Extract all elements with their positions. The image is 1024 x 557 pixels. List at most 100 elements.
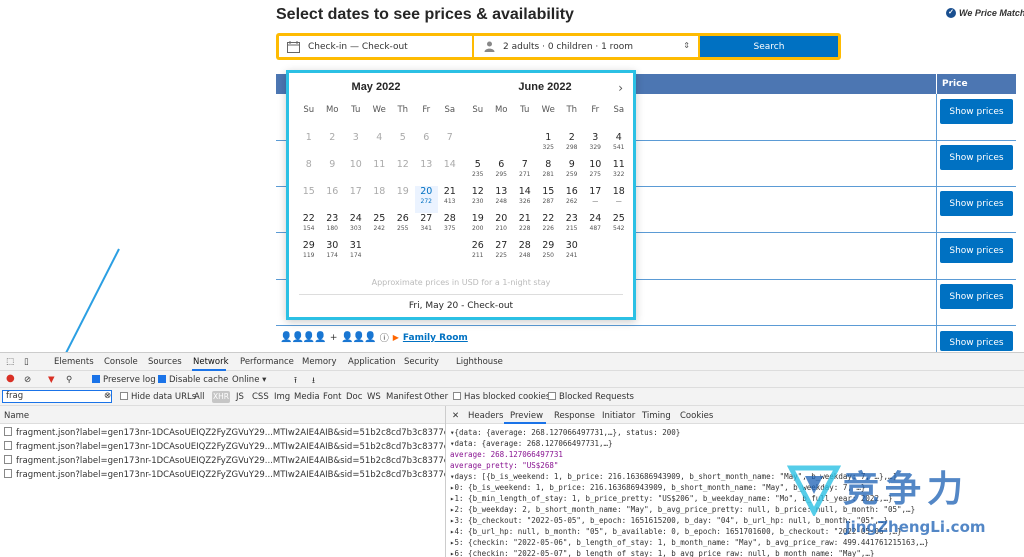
calendar-day[interactable]: 22 226 bbox=[537, 213, 561, 240]
filter-input[interactable]: frag bbox=[2, 390, 112, 403]
calendar-day[interactable]: 12 230 bbox=[466, 186, 490, 213]
tab-security[interactable]: Security bbox=[404, 357, 439, 367]
device-toggle-icon[interactable]: ▯ bbox=[24, 357, 29, 367]
date-picker-field[interactable]: Check-in — Check-out bbox=[279, 36, 472, 57]
throttle-select[interactable]: Online ▾ bbox=[232, 375, 266, 385]
tab-cookies[interactable]: Cookies bbox=[680, 411, 713, 421]
calendar-day[interactable]: 28 375 bbox=[438, 213, 462, 240]
calendar-day[interactable]: 11 322 bbox=[607, 159, 631, 186]
calendar-day[interactable]: 25 542 bbox=[607, 213, 631, 240]
calendar-day[interactable]: 24 487 bbox=[584, 213, 608, 240]
calendar-day[interactable]: 6 295 bbox=[490, 159, 514, 186]
filter-font[interactable]: Font bbox=[323, 392, 342, 402]
tab-preview[interactable]: Preview bbox=[510, 411, 543, 421]
calendar-day[interactable]: 23 180 bbox=[321, 213, 345, 240]
calendar-day[interactable]: 22 154 bbox=[297, 213, 321, 240]
calendar-day[interactable]: 7 271 bbox=[513, 159, 537, 186]
filter-icon[interactable]: ▼ bbox=[48, 375, 55, 385]
tab-lighthouse[interactable]: Lighthouse bbox=[456, 357, 503, 367]
show-prices-button[interactable]: Show prices bbox=[940, 99, 1013, 124]
calendar-day[interactable]: 29 250 bbox=[537, 240, 561, 267]
preserve-log-checkbox[interactable]: Preserve log bbox=[92, 375, 156, 385]
show-prices-button[interactable]: Show prices bbox=[940, 284, 1013, 309]
calendar-day[interactable]: 27 225 bbox=[490, 240, 514, 267]
calendar-day[interactable]: 27 341 bbox=[415, 213, 439, 240]
hide-data-urls-checkbox[interactable]: Hide data URLs bbox=[120, 392, 196, 402]
show-prices-button[interactable]: Show prices bbox=[940, 191, 1013, 216]
show-prices-button[interactable]: Show prices bbox=[940, 145, 1013, 170]
search-icon[interactable]: ⚲ bbox=[66, 375, 72, 385]
calendar-day[interactable]: 24 303 bbox=[344, 213, 368, 240]
calendar-day[interactable]: 17— bbox=[584, 186, 608, 213]
has-blocked-cookies-checkbox[interactable]: Has blocked cookies bbox=[453, 392, 550, 402]
filter-xhr[interactable]: XHR bbox=[212, 391, 230, 403]
disable-cache-checkbox[interactable]: Disable cache bbox=[158, 375, 228, 385]
calendar-day[interactable]: 5 235 bbox=[466, 159, 490, 186]
calendar-day[interactable]: 1 325 bbox=[537, 132, 561, 159]
tab-performance[interactable]: Performance bbox=[240, 357, 294, 367]
request-row[interactable]: fragment.json?label=gen173nr-1DCAsoUEIQZ… bbox=[0, 440, 445, 454]
clear-filter-icon[interactable]: ⊗ bbox=[104, 391, 111, 401]
calendar-day[interactable]: 13 248 bbox=[490, 186, 514, 213]
filter-img[interactable]: Img bbox=[274, 392, 290, 402]
calendar-day[interactable]: 8 281 bbox=[537, 159, 561, 186]
tab-headers[interactable]: Headers bbox=[468, 411, 503, 421]
calendar-day[interactable]: 4 541 bbox=[607, 132, 631, 159]
request-row[interactable]: fragment.json?label=gen173nr-1DCAsoUEIQZ… bbox=[0, 468, 445, 482]
calendar-day[interactable]: 23 215 bbox=[560, 213, 584, 240]
calendar-day[interactable]: 26 255 bbox=[391, 213, 415, 240]
calendar-day[interactable]: 14 326 bbox=[513, 186, 537, 213]
calendar-day[interactable]: 16 262 bbox=[560, 186, 584, 213]
calendar-day[interactable]: 20 272 bbox=[414, 186, 438, 213]
calendar-day[interactable]: 30 241 bbox=[560, 240, 584, 267]
filter-css[interactable]: CSS bbox=[252, 392, 269, 402]
calendar-day[interactable]: 3 329 bbox=[584, 132, 608, 159]
calendar-day[interactable]: 31 174 bbox=[344, 240, 368, 267]
show-prices-button[interactable]: Show prices bbox=[940, 238, 1013, 263]
tab-memory[interactable]: Memory bbox=[302, 357, 337, 367]
calendar-day[interactable]: 21 228 bbox=[513, 213, 537, 240]
family-room-link[interactable]: Family Room bbox=[403, 333, 468, 343]
calendar-day[interactable]: 15 287 bbox=[537, 186, 561, 213]
calendar-day[interactable]: 20 210 bbox=[490, 213, 514, 240]
info-icon[interactable]: ⓘ bbox=[380, 331, 389, 344]
calendar-day[interactable]: 10 275 bbox=[584, 159, 608, 186]
show-prices-button[interactable]: Show prices bbox=[940, 331, 1013, 351]
calendar-day[interactable]: 19 200 bbox=[466, 213, 490, 240]
tab-network[interactable]: Network bbox=[193, 357, 229, 367]
filter-ws[interactable]: WS bbox=[367, 392, 381, 402]
clear-icon[interactable]: ⊘ bbox=[24, 375, 31, 385]
search-button[interactable]: Search bbox=[700, 36, 838, 57]
tab-timing[interactable]: Timing bbox=[642, 411, 671, 421]
guests-selector[interactable]: 2 adults · 0 children · 1 room ⇕ bbox=[474, 36, 698, 57]
request-row[interactable]: fragment.json?label=gen173nr-1DCAsoUEIQZ… bbox=[0, 426, 445, 440]
tab-sources[interactable]: Sources bbox=[148, 357, 182, 367]
tab-response[interactable]: Response bbox=[554, 411, 595, 421]
filter-manifest[interactable]: Manifest bbox=[386, 392, 422, 402]
calendar-day[interactable]: 9 259 bbox=[560, 159, 584, 186]
filter-all[interactable]: All bbox=[194, 392, 205, 402]
name-column-header[interactable]: Name bbox=[0, 406, 445, 424]
tab-console[interactable]: Console bbox=[104, 357, 138, 367]
export-icon[interactable]: ⭳ bbox=[312, 375, 315, 389]
request-row[interactable]: fragment.json?label=gen173nr-1DCAsoUEIQZ… bbox=[0, 454, 445, 468]
record-icon[interactable]: ● bbox=[6, 373, 15, 384]
blocked-requests-checkbox[interactable]: Blocked Requests bbox=[548, 392, 634, 402]
calendar-day[interactable]: 28 248 bbox=[513, 240, 537, 267]
calendar-day[interactable]: 21 413 bbox=[438, 186, 462, 213]
panel-splitter[interactable] bbox=[445, 406, 446, 557]
calendar-day[interactable]: 2 298 bbox=[560, 132, 584, 159]
filter-media[interactable]: Media bbox=[294, 392, 320, 402]
filter-js[interactable]: JS bbox=[236, 392, 244, 402]
tab-elements[interactable]: Elements bbox=[54, 357, 94, 367]
calendar-day[interactable]: 29 119 bbox=[297, 240, 321, 267]
json-line[interactable]: ▾{data: {average: 268.127066497731,…}, s… bbox=[450, 427, 1024, 438]
tab-application[interactable]: Application bbox=[348, 357, 396, 367]
calendar-day[interactable]: 25 242 bbox=[368, 213, 392, 240]
inspect-icon[interactable]: ⬚ bbox=[6, 357, 14, 367]
price-match-badge[interactable]: ✓ We Price Match bbox=[946, 8, 1024, 18]
json-line[interactable]: ▾data: {average: 268.127066497731,…} bbox=[450, 438, 1024, 449]
calendar-day[interactable]: 18— bbox=[607, 186, 631, 213]
calendar-day[interactable]: 30 174 bbox=[321, 240, 345, 267]
import-icon[interactable]: ⭱ bbox=[294, 375, 297, 389]
